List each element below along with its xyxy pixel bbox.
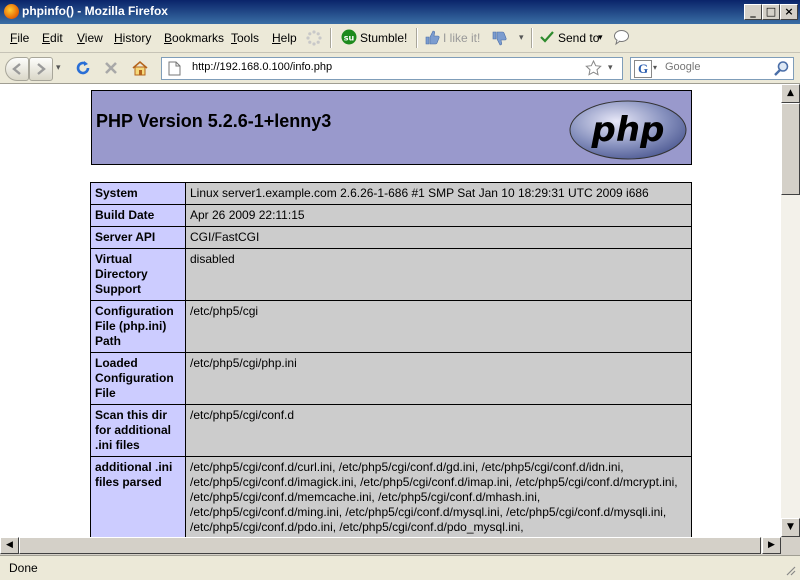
stumble-button[interactable]: su Stumble! [339, 28, 414, 48]
scroll-left-button[interactable]: ◀ [0, 537, 19, 554]
chevron-down-icon: ▾ [598, 32, 603, 42]
php-info-table: System Linux server1.example.com 2.6.26-1… [90, 182, 692, 537]
info-row: Build Date Apr 26 2009 22:11:15 [90, 204, 692, 227]
search-box[interactable]: G ▾ [630, 57, 794, 80]
stumble-label: Stumble! [360, 31, 408, 45]
status-text: Done [9, 561, 38, 575]
back-button[interactable] [5, 57, 29, 81]
bookmark-star-icon[interactable] [585, 60, 602, 77]
url-dropdown-icon[interactable]: ▾ [608, 63, 613, 73]
info-value: Apr 26 2009 22:11:15 [185, 204, 692, 227]
google-engine-icon[interactable]: G [634, 60, 652, 78]
info-value: /etc/php5/cgi/php.ini [185, 352, 692, 405]
menu-bookmarks[interactable]: Bookmarks [164, 31, 224, 45]
info-key: System [90, 182, 186, 205]
back-arrow-icon [12, 63, 21, 75]
info-value: /etc/php5/cgi/conf.d [185, 404, 692, 457]
info-key: Virtual Directory Support [90, 248, 186, 301]
forward-arrow-icon [37, 63, 46, 75]
like-button[interactable]: I like it! [423, 28, 483, 48]
info-key: Loaded Configuration File [90, 352, 186, 405]
menu-edit[interactable]: Edit [42, 31, 63, 45]
horizontal-scrollbar[interactable]: ◀ ▶ [0, 537, 781, 554]
info-row: Loaded Configuration File/etc/php5/cgi/p… [90, 352, 692, 405]
loading-throbber-icon [306, 30, 322, 46]
info-value: Linux server1.example.com 2.6.26-1-686 #… [185, 182, 692, 205]
search-input[interactable] [665, 61, 765, 73]
info-row: Virtual Directory Support disabled [90, 248, 692, 301]
vertical-scrollbar[interactable]: ▲ ▼ [781, 84, 800, 537]
info-key: Build Date [90, 204, 186, 227]
scroll-right-button[interactable]: ▶ [762, 537, 781, 554]
history-dropdown-icon[interactable]: ▾ [56, 63, 61, 73]
resize-grip-icon[interactable] [784, 564, 796, 576]
info-row: Scan this dir for additional .ini files /… [90, 404, 692, 457]
info-value: /etc/php5/cgi/conf.d/curl.ini, /etc/php5… [185, 456, 692, 537]
toolbar-separator [330, 28, 332, 48]
send-to-label: Send to [558, 31, 600, 45]
title-bar: phpinfo() - Mozilla Firefox _ □ × [0, 0, 800, 24]
php-logo: php [569, 100, 687, 160]
status-bar: Done [0, 555, 800, 580]
info-row: Configuration File (php.ini) Path/etc/ph… [90, 300, 692, 353]
like-label: I like it! [443, 31, 481, 45]
toolbar-separator [531, 28, 533, 48]
toolbar-separator [416, 28, 418, 48]
scrollbar-corner [781, 537, 800, 554]
url-text[interactable]: http://192.168.0.100/info.php [192, 61, 332, 73]
stop-icon[interactable] [103, 60, 119, 76]
speech-bubble-icon[interactable] [613, 29, 630, 46]
send-to-icon [540, 31, 554, 43]
menu-file[interactable]: File [10, 31, 29, 45]
page-content: PHP Version 5.2.6-1+lenny3 php System Lin… [0, 84, 781, 537]
minimize-button[interactable]: _ [744, 4, 762, 20]
php-logo-text: php [591, 110, 665, 150]
info-value: /etc/php5/cgi [185, 300, 692, 353]
reload-icon[interactable] [74, 59, 92, 77]
info-key: Scan this dir for additional .ini files [90, 404, 186, 457]
maximize-button[interactable]: □ [762, 4, 780, 20]
info-row: additional .ini files parsed/etc/php5/cg… [90, 456, 692, 537]
thumbs-up-icon [425, 30, 440, 45]
info-value: disabled [185, 248, 692, 301]
stumbleupon-icon: su [341, 29, 357, 45]
menu-bar: File Edit View History Bookmarks Tools H… [0, 24, 800, 53]
thumbs-down-icon[interactable] [491, 30, 507, 46]
search-icon[interactable] [773, 60, 790, 77]
info-value: CGI/FastCGI [185, 226, 692, 249]
menu-view[interactable]: View [77, 31, 103, 45]
send-to-button[interactable]: Send to ▾ [538, 28, 608, 48]
url-bar[interactable]: http://192.168.0.100/info.php ▾ [161, 57, 623, 80]
navigation-toolbar: ▾ http://192.168.0.100/info.php ▾ G ▾ [0, 53, 800, 84]
dropdown-arrow-icon[interactable]: ▾ [519, 32, 524, 43]
engine-dropdown-icon[interactable]: ▾ [653, 63, 657, 72]
close-button[interactable]: × [780, 4, 798, 20]
horizontal-scroll-thumb[interactable] [19, 537, 761, 554]
home-icon[interactable] [131, 59, 149, 77]
menu-help[interactable]: Help [272, 31, 297, 45]
scroll-down-button[interactable]: ▼ [781, 518, 800, 537]
php-header: PHP Version 5.2.6-1+lenny3 php [91, 90, 692, 165]
menu-history[interactable]: History [114, 31, 151, 45]
info-key: Configuration File (php.ini) Path [90, 300, 186, 353]
forward-button[interactable] [29, 57, 53, 81]
vertical-scroll-thumb[interactable] [781, 103, 800, 195]
info-row: Server API CGI/FastCGI [90, 226, 692, 249]
info-row: System Linux server1.example.com 2.6.26-1… [90, 182, 692, 205]
scroll-up-button[interactable]: ▲ [781, 84, 800, 103]
svg-text:su: su [344, 34, 355, 43]
window-title: phpinfo() - Mozilla Firefox [22, 4, 168, 18]
info-key: additional .ini files parsed [90, 456, 186, 537]
menu-tools[interactable]: Tools [231, 31, 259, 45]
firefox-icon [4, 4, 19, 19]
php-version-title: PHP Version 5.2.6-1+lenny3 [96, 111, 332, 131]
info-key: Server API [90, 226, 186, 249]
page-icon [168, 61, 181, 76]
